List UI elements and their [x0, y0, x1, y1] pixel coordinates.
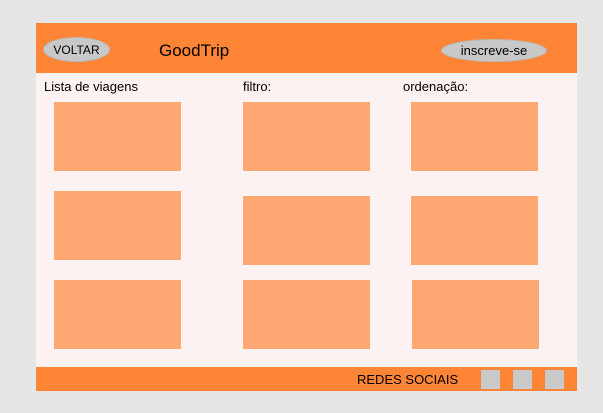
social-icon[interactable] — [545, 370, 564, 389]
trip-card[interactable] — [412, 280, 539, 349]
filter-label: filtro: — [243, 79, 272, 94]
social-icon[interactable] — [481, 370, 500, 389]
trip-list-heading: Lista de viagens — [44, 79, 138, 94]
sort-label: ordenação: — [403, 79, 469, 94]
trip-card[interactable] — [54, 191, 181, 260]
trip-card[interactable] — [411, 196, 538, 265]
social-icon[interactable] — [513, 370, 532, 389]
social-networks-label: REDES SOCIAIS — [357, 372, 459, 387]
trip-card[interactable] — [54, 280, 181, 349]
app-frame: VOLTAR GoodTrip inscreve-se Lista de via… — [36, 23, 577, 391]
trip-card[interactable] — [54, 102, 181, 171]
brand-title: GoodTrip — [159, 41, 230, 60]
back-button[interactable]: VOLTAR — [43, 37, 110, 62]
trip-card[interactable] — [243, 280, 370, 349]
trip-card[interactable] — [243, 196, 370, 265]
trip-card[interactable] — [411, 102, 538, 171]
trip-card[interactable] — [243, 102, 370, 171]
header-bar: VOLTAR GoodTrip inscreve-se — [36, 23, 577, 73]
signup-button[interactable]: inscreve-se — [441, 39, 547, 62]
footer-bar: REDES SOCIAIS — [36, 367, 577, 391]
